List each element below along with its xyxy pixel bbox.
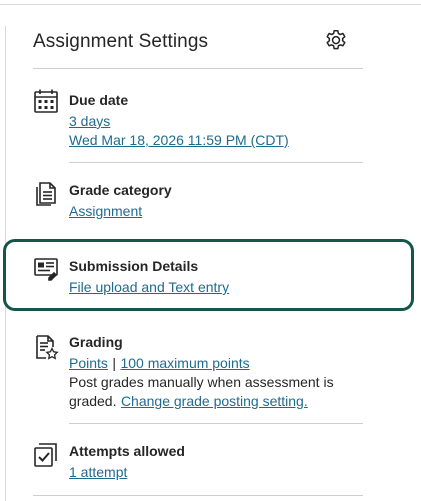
document-icon	[33, 181, 59, 207]
grading-max-points-link[interactable]: 100 maximum points	[120, 355, 249, 371]
grading-star-icon	[33, 334, 59, 360]
change-grade-posting-link[interactable]: Change grade posting setting.	[121, 393, 308, 409]
attempts-title: Attempts allowed	[69, 443, 185, 459]
submission-details-section: Submission Details File upload and Text …	[33, 256, 363, 300]
grading-separator: |	[112, 355, 117, 371]
due-date-relative-link[interactable]: 3 days	[69, 113, 110, 129]
due-date-title: Due date	[69, 92, 129, 108]
panel-title: Assignment Settings	[33, 31, 209, 52]
attempts-link[interactable]: 1 attempt	[69, 464, 127, 480]
calendar-icon	[33, 88, 59, 114]
grading-section: Grading Points | 100 maximum points Post…	[33, 332, 363, 412]
grading-scheme-link[interactable]: Points	[69, 355, 108, 371]
divider	[69, 162, 363, 163]
panel-header: Assignment Settings	[33, 26, 363, 69]
due-date-absolute-link[interactable]: Wed Mar 18, 2026 11:59 PM (CDT)	[69, 132, 289, 148]
grade-category-link[interactable]: Assignment	[69, 203, 142, 219]
due-date-section: Due date 3 days Wed Mar 18, 2026 11:59 P…	[33, 88, 363, 158]
grading-title: Grading	[69, 334, 123, 350]
grade-category-section: Grade category Assignment	[33, 180, 363, 224]
form-icon	[33, 256, 59, 282]
assignment-settings-panel: Assignment Settings Due date 3 days Wed …	[0, 0, 421, 501]
grading-note-line1: Post grades manually when assessment is	[69, 374, 334, 390]
gear-icon[interactable]	[323, 28, 349, 54]
divider	[69, 423, 363, 424]
attempts-section: Attempts allowed 1 attempt	[33, 441, 363, 485]
submission-details-title: Submission Details	[69, 258, 199, 274]
grade-category-title: Grade category	[69, 182, 172, 198]
submission-details-link[interactable]: File upload and Text entry	[69, 279, 229, 295]
grading-note-line2: graded.	[69, 393, 117, 409]
top-divider	[0, 4, 421, 5]
checkbox-stack-icon	[33, 442, 59, 468]
divider	[33, 495, 363, 496]
